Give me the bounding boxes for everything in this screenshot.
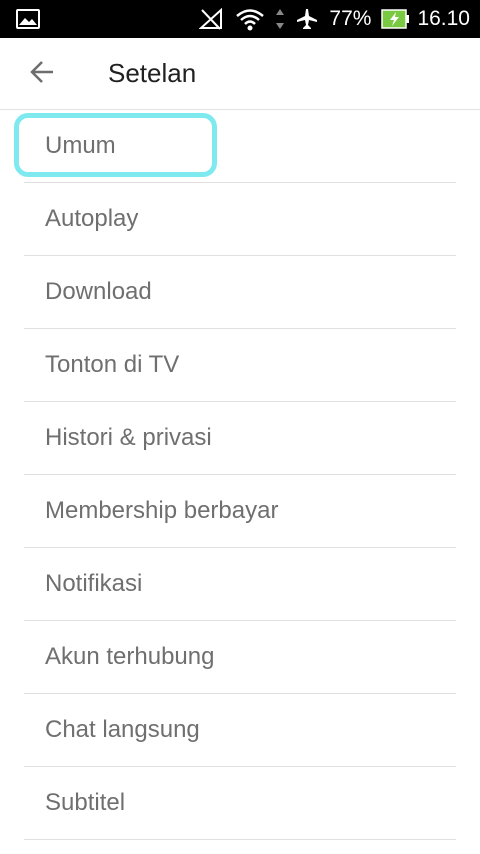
settings-item-label: Chat langsung [45, 716, 200, 743]
no-signal-icon [199, 8, 225, 30]
settings-item-umum[interactable]: Umum [24, 110, 456, 183]
settings-item-histori-privasi[interactable]: Histori & privasi [24, 402, 456, 475]
page-title: Setelan [108, 58, 197, 88]
status-bar: 77% 16.10 [0, 0, 480, 38]
arrow-left-icon [29, 60, 55, 89]
back-button[interactable] [18, 50, 66, 98]
battery-charging-icon [381, 8, 411, 30]
settings-item-label: Tonton di TV [45, 351, 180, 378]
settings-item-label: Histori & privasi [45, 424, 212, 451]
settings-item-notifikasi[interactable]: Notifikasi [24, 548, 456, 621]
settings-item-label: Subtitel [45, 789, 126, 816]
data-arrows-icon [275, 8, 285, 30]
settings-item-akun-terhubung[interactable]: Akun terhubung [24, 621, 456, 694]
app-bar: Setelan [0, 38, 480, 110]
settings-item-autoplay[interactable]: Autoplay [24, 183, 456, 256]
gallery-icon [16, 9, 40, 34]
settings-item-label: Umum [45, 132, 116, 159]
settings-item-label: Autoplay [45, 205, 139, 232]
settings-item-subtitel[interactable]: Subtitel [24, 767, 456, 840]
settings-item-label: Membership berbayar [45, 497, 279, 524]
settings-item-download[interactable]: Download [24, 256, 456, 329]
airplane-icon [295, 8, 319, 30]
settings-item-label: Download [45, 278, 152, 305]
settings-item-membership[interactable]: Membership berbayar [24, 475, 456, 548]
settings-list: Umum Autoplay Download Tonton di TV Hist… [24, 110, 456, 840]
clock-time: 16.10 [417, 7, 470, 30]
settings-item-label: Notifikasi [45, 570, 143, 597]
settings-item-label: Akun terhubung [45, 643, 215, 670]
wifi-icon [235, 7, 265, 31]
battery-percent: 77% [329, 7, 372, 30]
settings-item-chat-langsung[interactable]: Chat langsung [24, 694, 456, 767]
settings-item-tonton-di-tv[interactable]: Tonton di TV [24, 329, 456, 402]
